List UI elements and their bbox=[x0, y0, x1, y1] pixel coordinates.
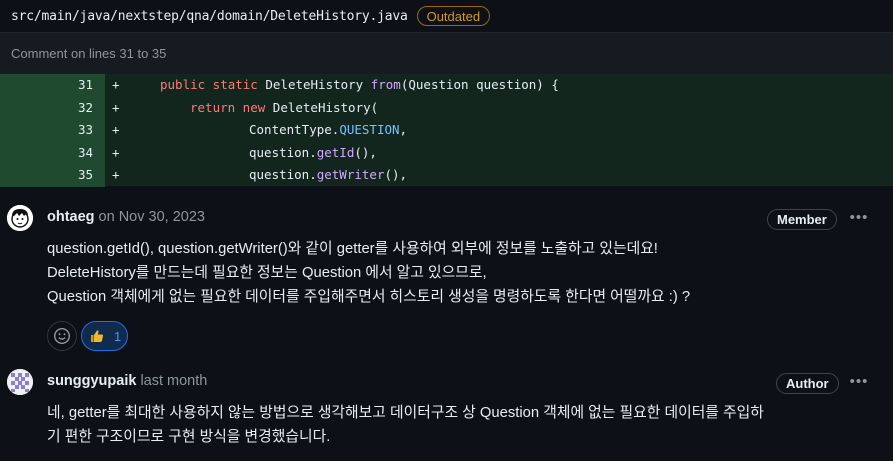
code-line: 32 + return new DeleteHistory( bbox=[0, 96, 893, 120]
author-name[interactable]: sunggyupaik bbox=[47, 373, 136, 389]
code-diff: 31 + public static DeleteHistory from(Qu… bbox=[0, 74, 893, 187]
avatar-face-icon bbox=[7, 205, 33, 231]
diff-sign: + bbox=[112, 167, 120, 183]
author-name[interactable]: ohtaeg bbox=[47, 209, 95, 225]
kebab-icon[interactable]: ••• bbox=[848, 374, 870, 391]
thumbs-up-icon bbox=[91, 330, 104, 342]
code-line: 35 + question.getWriter(), bbox=[0, 164, 893, 187]
thumbs-up-reaction[interactable]: 1 bbox=[81, 321, 128, 351]
comment-line: Question 객체에게 없는 필요한 데이터를 주입해주면서 히스토리 생성… bbox=[47, 289, 691, 305]
add-reaction-button[interactable] bbox=[47, 321, 77, 351]
code-content: ContentType.QUESTION, bbox=[249, 122, 408, 138]
reaction-count: 1 bbox=[114, 328, 122, 344]
code-content: question.getId(), bbox=[249, 144, 377, 160]
outdated-badge: Outdated bbox=[416, 6, 491, 26]
comment-line: 네, getter를 최대한 사용하지 않는 방법으로 생각해보고 데이터구조 … bbox=[47, 405, 764, 421]
comment-header: sunggyupaik last month bbox=[47, 373, 207, 389]
comment-body: 네, getter를 최대한 사용하지 않는 방법으로 생각해보고 데이터구조 … bbox=[47, 401, 877, 449]
diff-sign: + bbox=[112, 99, 120, 115]
role-badge: Member bbox=[767, 209, 837, 230]
code-line: 31 + public static DeleteHistory from(Qu… bbox=[0, 74, 893, 97]
comment-body: question.getId(), question.getWriter()와 … bbox=[47, 237, 877, 309]
comment-date[interactable]: last month bbox=[140, 373, 207, 389]
comment-line: DeleteHistory를 만드는데 필요한 정보는 Question 에서 … bbox=[47, 265, 487, 281]
line-number: 33 bbox=[0, 119, 105, 142]
comment-date[interactable]: on Nov 30, 2023 bbox=[99, 209, 205, 225]
comment-header: ohtaeg on Nov 30, 2023 bbox=[47, 209, 205, 225]
kebab-icon[interactable]: ••• bbox=[848, 210, 870, 227]
comment-line: 기 편한 구조이므로 구현 방식을 변경했습니다. bbox=[47, 429, 331, 445]
line-number: 34 bbox=[0, 141, 105, 165]
role-badge: Author bbox=[776, 373, 839, 394]
code-content: return new DeleteHistory( bbox=[190, 99, 379, 115]
line-number: 31 bbox=[0, 74, 105, 97]
smiley-icon bbox=[53, 327, 71, 345]
code-line: 33 + ContentType.QUESTION, bbox=[0, 119, 893, 142]
diff-sign: + bbox=[112, 122, 120, 138]
code-line: 34 + question.getId(), bbox=[0, 141, 893, 165]
comment-range-label: Comment on lines 31 to 35 bbox=[11, 46, 167, 61]
comment-range-bar: Comment on lines 31 to 35 bbox=[0, 32, 893, 74]
code-content: public static DeleteHistory from(Questio… bbox=[160, 77, 559, 92]
line-number: 32 bbox=[0, 96, 105, 120]
comment-line: question.getId(), question.getWriter()와 … bbox=[47, 241, 658, 257]
diff-sign: + bbox=[112, 77, 120, 92]
file-header: src/main/java/nextstep/qna/domain/Delete… bbox=[0, 0, 893, 32]
avatar[interactable] bbox=[7, 369, 33, 395]
identicon-icon bbox=[7, 369, 33, 395]
file-path[interactable]: src/main/java/nextstep/qna/domain/Delete… bbox=[11, 9, 408, 24]
line-number: 35 bbox=[0, 164, 105, 187]
code-content: question.getWriter(), bbox=[249, 167, 408, 183]
avatar[interactable] bbox=[7, 205, 33, 231]
diff-sign: + bbox=[112, 144, 120, 160]
